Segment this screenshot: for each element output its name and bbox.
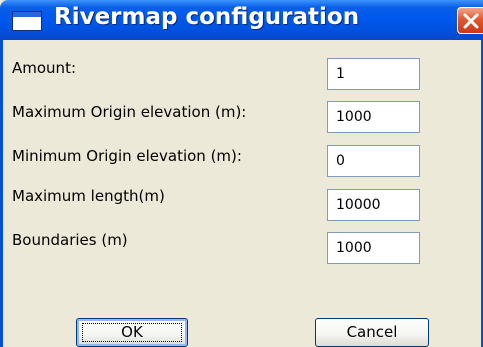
ok-button-label: OK [121,323,143,341]
amount-input[interactable] [327,58,420,90]
min-origin-elevation-input[interactable] [327,145,420,177]
max-origin-elevation-input[interactable] [327,101,420,133]
window-border-left [0,40,3,347]
close-button[interactable] [457,7,483,34]
window-title: Rivermap configuration [54,4,360,30]
cancel-button[interactable]: Cancel [315,318,429,347]
max-length-label: Maximum length(m) [12,187,165,205]
cancel-button-label: Cancel [346,323,398,341]
amount-label: Amount: [12,59,76,77]
boundaries-input[interactable] [327,232,420,264]
min-origin-elevation-label: Minimum Origin elevation (m): [12,147,242,165]
ok-button[interactable]: OK [76,318,188,347]
rivermap-config-dialog: Rivermap configuration Amount: Maximum O… [0,0,483,347]
boundaries-label: Boundaries (m) [12,231,128,249]
close-icon [463,13,479,29]
window-icon [12,11,42,31]
max-length-input[interactable] [327,189,420,221]
title-bar[interactable]: Rivermap configuration [0,0,483,40]
max-origin-elevation-label: Maximum Origin elevation (m): [12,103,247,121]
